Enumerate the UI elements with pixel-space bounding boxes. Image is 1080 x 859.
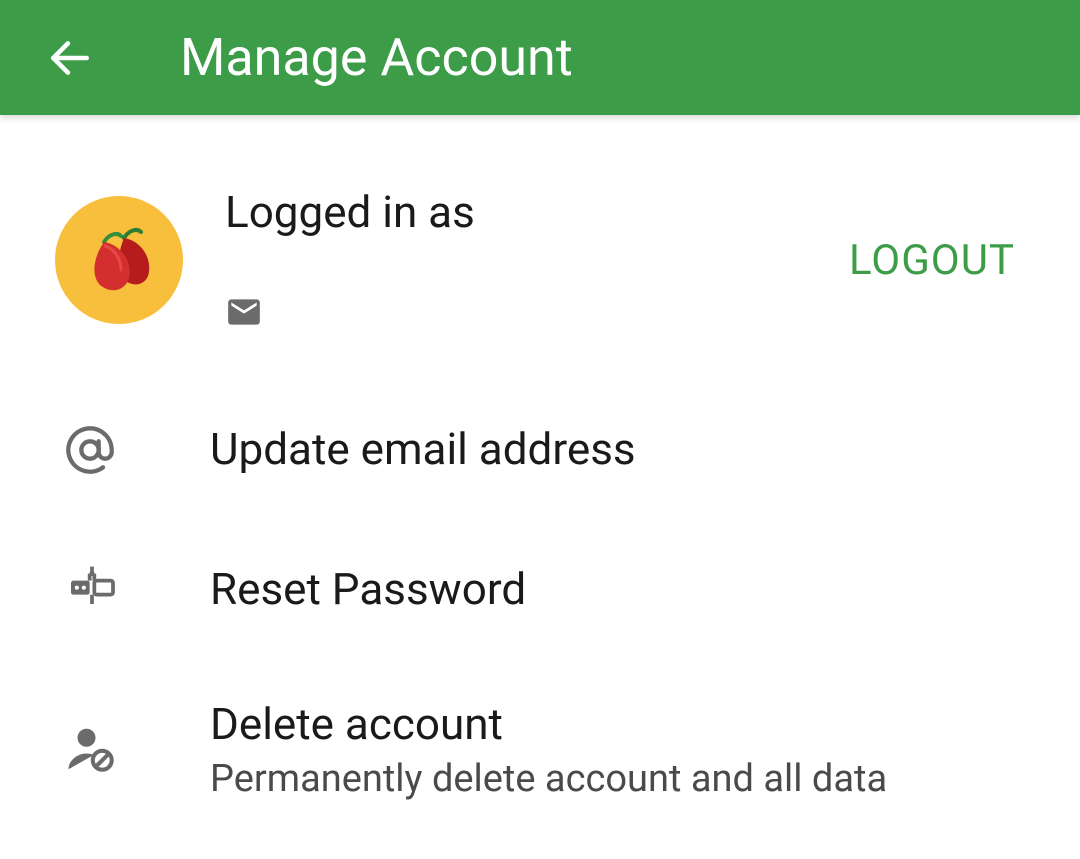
reset-password-title: Reset Password: [210, 561, 526, 618]
delete-account-title: Delete account: [210, 696, 887, 753]
reset-password-item[interactable]: Reset Password: [0, 520, 1080, 660]
logged-in-label: Logged in as: [225, 186, 839, 238]
email-row: [225, 293, 839, 335]
chili-peppers-icon: [69, 210, 169, 310]
delete-account-subtitle: Permanently delete account and all data: [210, 757, 887, 801]
update-email-item[interactable]: Update email address: [0, 380, 1080, 520]
back-button[interactable]: [40, 28, 100, 88]
list-text: Reset Password: [210, 561, 526, 618]
app-bar: Manage Account: [0, 0, 1080, 115]
list-text: Update email address: [210, 421, 636, 478]
account-summary-row: Logged in as LOGOUT: [0, 170, 1080, 350]
email-icon: [225, 293, 263, 335]
at-sign-icon: [64, 424, 124, 476]
person-remove-icon: [64, 722, 124, 776]
page-title: Manage Account: [180, 27, 573, 88]
update-email-title: Update email address: [210, 421, 636, 478]
password-key-icon: [64, 562, 124, 618]
list-text: Delete account Permanently delete accoun…: [210, 696, 887, 801]
logout-button[interactable]: LOGOUT: [839, 226, 1025, 295]
arrow-back-icon: [45, 33, 95, 83]
account-info: Logged in as: [225, 186, 839, 335]
delete-account-item[interactable]: Delete account Permanently delete accoun…: [0, 660, 1080, 837]
avatar[interactable]: [55, 196, 183, 324]
spacer: [0, 350, 1080, 380]
content: Logged in as LOGOUT Update email address: [0, 115, 1080, 837]
